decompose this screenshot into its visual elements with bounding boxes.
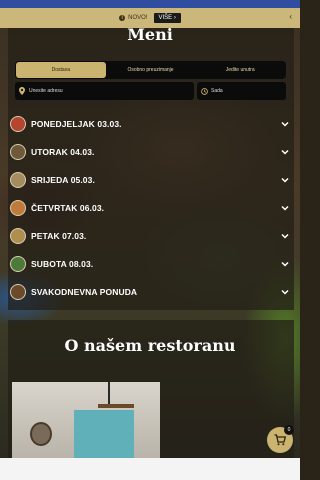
dish-thumbnail [10, 172, 26, 188]
chevron-down-icon [281, 261, 289, 267]
day-label: SUBOTA 08.03. [31, 259, 94, 269]
browser-top-bar [0, 0, 300, 8]
day-label: SRIJEDA 05.03. [31, 175, 95, 185]
bottom-strip [0, 458, 300, 480]
collapse-icon[interactable]: ‹ [289, 12, 292, 21]
day-row-subota[interactable]: SUBOTA 08.03. [10, 250, 294, 278]
more-button[interactable]: VIŠE › [153, 13, 181, 23]
photo-shelf [98, 404, 134, 408]
chevron-down-icon [281, 177, 289, 183]
address-input[interactable]: Unesite adresu [15, 82, 194, 100]
clock-icon [201, 87, 208, 95]
day-label: PETAK 07.03. [31, 231, 87, 241]
tab-jedite-unutra[interactable]: Jedite unutra [195, 62, 285, 78]
photo-wall-decoration [30, 422, 52, 446]
day-label: PONEDJELJAK 03.03. [31, 119, 122, 129]
cart-icon [274, 434, 286, 446]
dish-thumbnail [10, 144, 26, 160]
day-list: PONEDJELJAK 03.03. UTORAK 04.03. SRIJEDA… [10, 110, 294, 306]
restaurant-photo [12, 382, 160, 458]
dish-thumbnail [10, 284, 26, 300]
order-type-tabs: Dostava Osobno preuzimanje Jedite unutra [15, 61, 286, 79]
about-title: O našem restoranu [64, 336, 236, 355]
day-label: SVAKODNEVNA PONUDA [31, 287, 138, 297]
day-row-srijeda[interactable]: SRIJEDA 05.03. [10, 166, 294, 194]
chevron-down-icon [281, 149, 289, 155]
notice-banner: i NOVO! VIŠE › ‹ [0, 8, 300, 28]
cart-button[interactable]: 0 [267, 425, 294, 453]
day-row-ponedjeljak[interactable]: PONEDJELJAK 03.03. [10, 110, 294, 138]
chevron-down-icon [281, 233, 289, 239]
day-label: UTORAK 04.03. [31, 147, 95, 157]
dish-thumbnail [10, 200, 26, 216]
day-row-cetvrtak[interactable]: ČETVRTAK 06.03. [10, 194, 294, 222]
dish-thumbnail [10, 228, 26, 244]
time-select[interactable]: Sada [197, 82, 286, 100]
tab-osobno-preuzimanje[interactable]: Osobno preuzimanje [106, 62, 196, 78]
day-row-svakodnevna-ponuda[interactable]: SVAKODNEVNA PONUDA [10, 278, 294, 306]
chevron-down-icon [281, 205, 289, 211]
cart-count-badge: 0 [284, 425, 294, 435]
day-row-utorak[interactable]: UTORAK 04.03. [10, 138, 294, 166]
dish-thumbnail [10, 116, 26, 132]
time-value: Sada [211, 88, 223, 94]
photo-teal-wall [74, 410, 134, 458]
day-label: ČETVRTAK 06.03. [31, 203, 105, 213]
photo-lamp [108, 382, 110, 404]
tab-dostava[interactable]: Dostava [16, 62, 106, 78]
chevron-down-icon [281, 289, 289, 295]
day-row-petak[interactable]: PETAK 07.03. [10, 222, 294, 250]
address-placeholder: Unesite adresu [29, 88, 63, 94]
info-icon: i [119, 15, 126, 21]
dish-thumbnail [10, 256, 26, 272]
chevron-down-icon [281, 121, 289, 127]
notice-text: NOVO! [128, 15, 148, 21]
menu-title: Meni [127, 28, 173, 42]
location-pin-icon [19, 87, 25, 95]
